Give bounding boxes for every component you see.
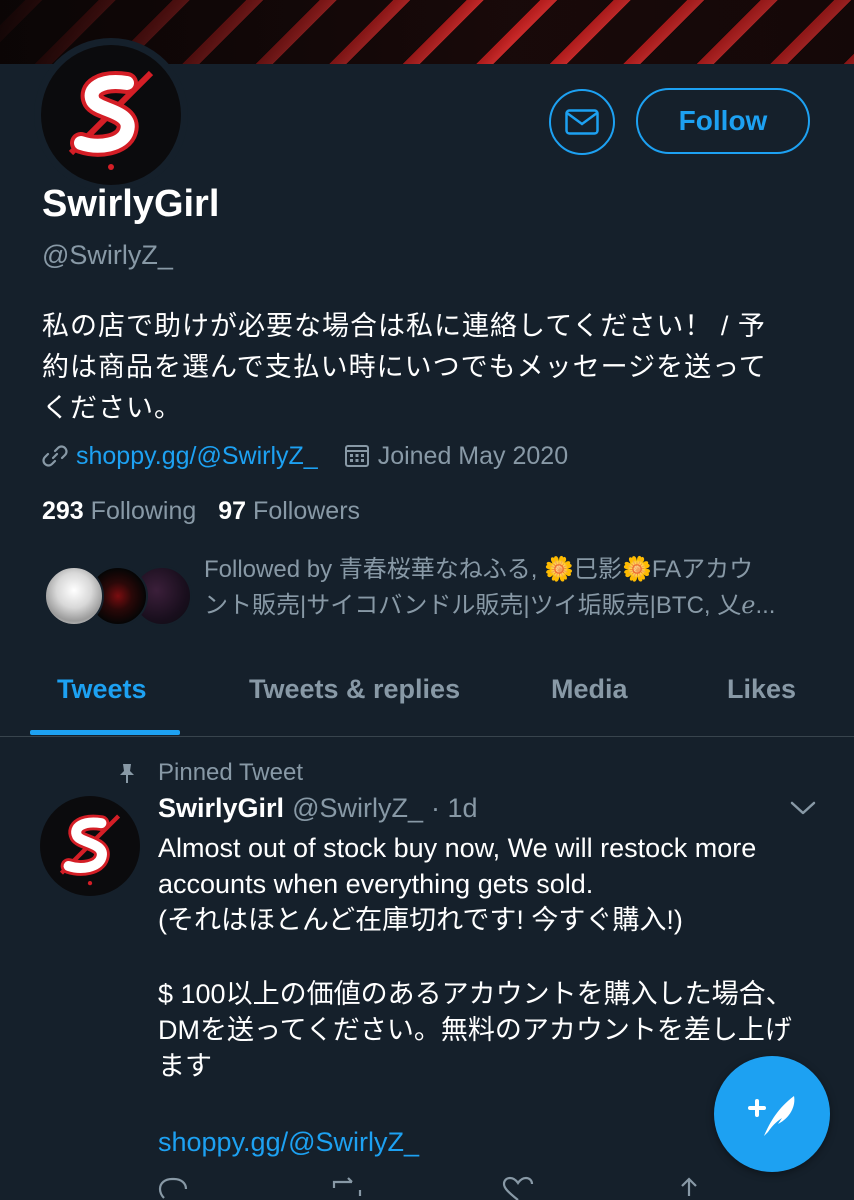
profile-tabs: Tweets Tweets & replies Media Likes — [0, 650, 854, 736]
compose-tweet-button[interactable] — [714, 1056, 830, 1172]
pin-icon — [120, 764, 134, 783]
bio-line: 私の店で助けが必要な場合は私に連絡してください！ / 予 — [42, 311, 766, 341]
tab-tweets[interactable]: Tweets — [57, 674, 147, 705]
compose-feather-icon — [748, 1096, 795, 1136]
tweet-time: · 1d — [430, 793, 478, 823]
tweet-paragraph: $ 100以上の価値のあるアカウントを購入した場合、DMを送ってください。無料の… — [158, 979, 793, 1081]
tab-likes[interactable]: Likes — [727, 674, 796, 705]
profile-handle: @SwirlyZ_ — [42, 240, 173, 270]
mail-icon — [565, 109, 599, 135]
bio-line: ください。 — [42, 393, 182, 423]
like-icon[interactable] — [502, 1176, 534, 1200]
display-name: SwirlyGirl — [42, 183, 220, 225]
followers-count-link[interactable]: 97 Followers — [218, 497, 360, 526]
website-link[interactable]: shoppy.gg/@SwirlyZ_ — [76, 442, 318, 471]
followed-by-avatars[interactable] — [44, 566, 192, 628]
profile-meta: shoppy.gg/@SwirlyZ_ Joined May 2020 — [42, 439, 568, 473]
avatar-logo — [41, 45, 181, 185]
follower-avatar — [44, 566, 104, 626]
pinned-tweet-label: Pinned Tweet — [158, 759, 303, 786]
calendar-icon — [344, 445, 369, 467]
tab-media[interactable]: Media — [551, 674, 628, 705]
followed-by-line: Followed by 青春桜華なねふる, 🌼巳影🌼FAアカウ — [204, 556, 754, 583]
share-icon[interactable] — [674, 1176, 704, 1200]
followed-by-text[interactable]: Followed by 青春桜華なねふる, 🌼巳影🌼FAアカウ ント販売|サイコ… — [204, 552, 814, 624]
tweet-author-name[interactable]: SwirlyGirl — [158, 793, 284, 824]
s-logo-icon — [68, 70, 154, 170]
tweet-author-handle[interactable]: @SwirlyZ_ — [292, 793, 423, 824]
s-logo-icon — [59, 814, 121, 886]
followers-label: Followers — [253, 497, 361, 525]
tweet-paragraph: Almost out of stock buy now, We will res… — [158, 833, 757, 899]
followers-count: 97 — [218, 497, 247, 525]
tweet-actions — [158, 1176, 718, 1200]
reply-icon[interactable] — [158, 1176, 188, 1200]
followed-by-line: ント販売|サイコバンドル販売|ツイ垢販売|BTC, 乂ℯ... — [204, 592, 776, 619]
message-button[interactable] — [549, 89, 615, 155]
active-tab-indicator — [30, 730, 180, 735]
retweet-icon[interactable] — [330, 1176, 364, 1200]
tweet-header: SwirlyGirl @SwirlyZ_ · 1d — [158, 793, 478, 824]
follow-button[interactable]: Follow — [636, 88, 810, 154]
joined-date: Joined May 2020 — [377, 441, 569, 470]
profile-screen: Follow SwirlyGirl @SwirlyZ_ 私の店で助けが必要な場合… — [0, 0, 854, 1200]
profile-bio: 私の店で助けが必要な場合は私に連絡してください！ / 予 約は商品を選んで支払い… — [42, 306, 822, 429]
following-count-link[interactable]: 293 Following — [42, 497, 196, 526]
tab-tweets-replies[interactable]: Tweets & replies — [249, 674, 460, 705]
tweet-avatar[interactable] — [40, 796, 140, 896]
follow-counts: 293 Following 97 Followers — [42, 497, 360, 526]
profile-avatar[interactable] — [34, 38, 188, 192]
following-label: Following — [90, 497, 197, 525]
link-icon — [42, 445, 68, 467]
bio-line: 約は商品を選んで支払い時にいつでもメッセージを送って — [42, 352, 767, 382]
tweet-paragraph: (それはほとんど在庫切れです! 今すぐ購入!) — [158, 905, 683, 935]
following-count: 293 — [42, 497, 84, 525]
chevron-down-icon[interactable] — [788, 798, 818, 818]
tabs-divider — [0, 736, 854, 737]
